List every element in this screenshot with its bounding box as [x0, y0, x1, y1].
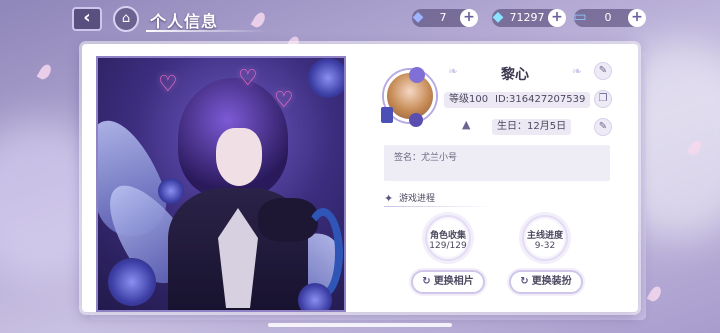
- resource-gem: ◆ 71297 +: [492, 9, 566, 27]
- player-name: 黎心: [501, 67, 529, 83]
- add-ticket-button[interactable]: +: [628, 9, 646, 27]
- character-face: [216, 128, 262, 186]
- resource-diamond-value: 7: [439, 11, 447, 24]
- rose-decoration: [308, 58, 344, 98]
- section-divider: [384, 206, 494, 207]
- signature-text: 签名：尤兰小号: [394, 153, 458, 163]
- edit-birthday-button[interactable]: ✎: [594, 118, 612, 136]
- cake-icon: ▲: [462, 118, 471, 131]
- gem-icon: ◆: [492, 9, 504, 25]
- petal: [36, 62, 54, 82]
- back-button[interactable]: ‹: [72, 7, 102, 31]
- rose-decoration: [108, 258, 156, 306]
- resource-gem-value: 71297: [509, 11, 545, 24]
- leaf-decoration: ❧: [572, 64, 583, 78]
- character-portrait[interactable]: ♡ ♡ ♡: [96, 56, 346, 312]
- player-id: ID:316427207539: [490, 92, 591, 108]
- petal: [646, 284, 664, 304]
- refresh-icon: ↻: [520, 276, 529, 287]
- title-underline: [146, 30, 266, 32]
- game-progress-label: 游戏进程: [399, 194, 436, 204]
- heart-icon: ♡: [274, 88, 294, 113]
- stat-title: 主线进度: [526, 231, 563, 241]
- refresh-icon: ↻: [422, 276, 431, 287]
- rose-decoration: [298, 283, 332, 310]
- home-indicator: [268, 323, 452, 327]
- pencil-icon: ✎: [598, 65, 608, 76]
- game-progress-header: ✦ 游戏进程: [384, 192, 494, 207]
- card-icon: [381, 107, 393, 123]
- change-photo-label: 更换相片: [433, 276, 474, 287]
- level-label: 等级100: [444, 92, 494, 108]
- resource-ticket: ▭ 0 +: [573, 9, 646, 27]
- stat-value: 9-32: [534, 241, 556, 251]
- change-photo-button[interactable]: ↻ 更换相片: [411, 270, 485, 294]
- stat-title: 角色收集: [429, 231, 466, 241]
- ticket-icon: ▭: [573, 9, 587, 25]
- flower-decoration: [409, 113, 423, 127]
- edit-name-button[interactable]: ✎: [594, 62, 612, 80]
- heart-icon: ♡: [158, 72, 178, 97]
- page-title: 个人信息: [150, 12, 219, 31]
- pencil-icon: ✎: [598, 121, 608, 132]
- sparkle-icon: ✦: [384, 192, 394, 205]
- back-arrow-icon: ‹: [83, 7, 91, 28]
- stat-value: 129/129: [429, 241, 467, 251]
- copy-id-button[interactable]: ❐: [594, 90, 612, 108]
- change-outfit-label: 更换装扮: [531, 276, 572, 287]
- main-story-stat[interactable]: 主线进度 9-32: [522, 215, 568, 261]
- resource-ticket-value: 0: [604, 11, 612, 24]
- add-gem-button[interactable]: +: [548, 9, 566, 27]
- character-collection-stat[interactable]: 角色收集 129/129: [425, 215, 471, 261]
- change-outfit-button[interactable]: ↻ 更换装扮: [509, 270, 583, 294]
- birthday-label: 生日：12月5日: [492, 119, 572, 135]
- copy-icon: ❐: [598, 93, 608, 104]
- home-icon: ⌂: [121, 11, 131, 26]
- resource-diamond: ◆ 7 +: [412, 9, 478, 27]
- diamond-icon: ◆: [412, 9, 424, 25]
- flower-decoration: [409, 67, 425, 83]
- rose-decoration: [158, 178, 184, 204]
- top-bar: ‹ ⌂ 个人信息 ◆ 7 + ◆ 71297 + ▭ 0 +: [0, 0, 720, 38]
- home-button[interactable]: ⌂: [113, 6, 139, 32]
- heart-icon: ♡: [238, 66, 258, 91]
- avatar[interactable]: [381, 67, 436, 127]
- add-diamond-button[interactable]: +: [460, 9, 478, 27]
